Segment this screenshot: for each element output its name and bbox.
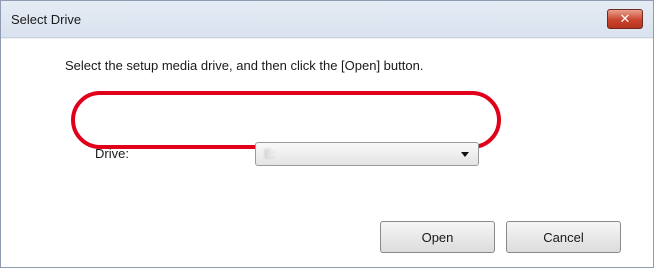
- cancel-button-label: Cancel: [543, 229, 584, 245]
- title-bar: Select Drive ✕: [1, 1, 653, 38]
- drive-label: Drive:: [95, 146, 129, 161]
- drive-dropdown[interactable]: E:: [255, 142, 479, 166]
- window-title: Select Drive: [11, 12, 82, 27]
- drive-selected-value: E:: [264, 147, 276, 161]
- open-button-label: Open: [421, 229, 454, 245]
- close-icon: ✕: [619, 11, 631, 27]
- instruction-text: Select the setup media drive, and then c…: [65, 58, 424, 73]
- cancel-button[interactable]: Cancel: [506, 221, 621, 253]
- close-button[interactable]: ✕: [607, 9, 643, 29]
- chevron-down-icon: [461, 152, 469, 157]
- open-button[interactable]: Open: [380, 221, 495, 253]
- highlight-ring: [71, 91, 501, 149]
- select-drive-dialog: Select Drive ✕ Select the setup media dr…: [0, 0, 654, 268]
